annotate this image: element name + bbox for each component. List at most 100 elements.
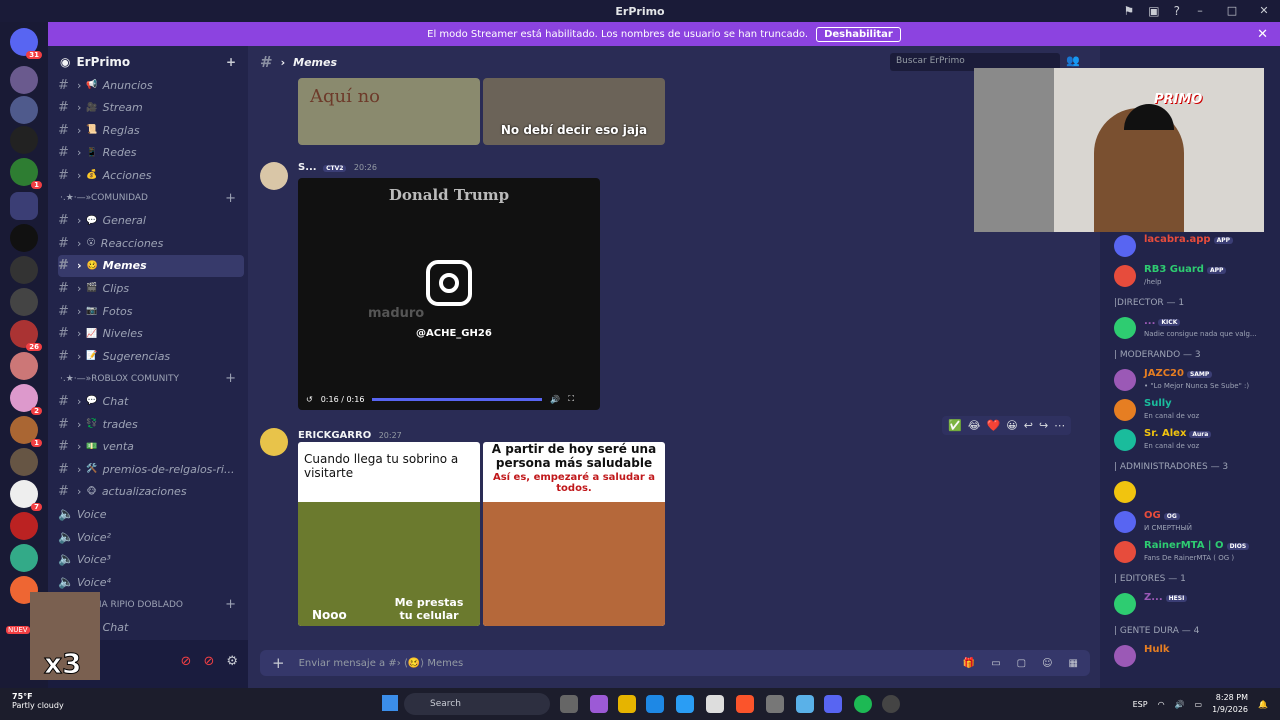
task-view-icon[interactable] <box>560 695 578 713</box>
language-indicator[interactable]: ESP <box>1133 700 1148 709</box>
edge-icon[interactable] <box>646 695 664 713</box>
channel-item[interactable]: # › 😮 Reacciones <box>58 232 244 254</box>
server-icon[interactable]: 1 <box>10 416 42 447</box>
add-reaction-icon[interactable]: 😀 <box>1006 419 1017 432</box>
taskbar-search[interactable]: Search <box>404 693 550 715</box>
minimize-button[interactable]: – <box>1184 0 1216 22</box>
member-item[interactable]: RainerMTA | O DIOS Fans De RainerMTA ( OG … <box>1114 538 1274 568</box>
notepad-icon[interactable] <box>706 695 724 713</box>
channel-item[interactable]: # › 💱 trades <box>58 413 244 435</box>
forward-icon[interactable]: ↪ <box>1039 419 1048 432</box>
channel-item[interactable]: # › 🎥 Stream <box>58 97 244 119</box>
invite-icon[interactable]: + <box>226 55 236 69</box>
channel-item[interactable]: # › 📷 Fotos <box>58 300 244 322</box>
category-header[interactable]: ·.★·—»COMUNIDAD + <box>60 190 240 206</box>
app-icon[interactable] <box>796 695 814 713</box>
wifi-icon[interactable]: ◠ <box>1158 700 1165 709</box>
laugh-reaction[interactable]: 😂 <box>968 419 981 432</box>
app-icon[interactable] <box>766 695 784 713</box>
gif-icon[interactable]: ▭ <box>991 658 1000 669</box>
heart-reaction[interactable]: ❤️ <box>987 419 1001 432</box>
server-icon[interactable] <box>10 512 38 540</box>
channel-item[interactable]: # › 💵 venta <box>58 436 244 458</box>
member-item[interactable] <box>1114 478 1274 508</box>
message-composer[interactable]: + Enviar mensaje a #› ⟨🥴⟩ Memes 🎁 ▭ ▢ ☺ … <box>260 650 1090 676</box>
deafen-icon[interactable]: ⊘ <box>203 654 214 669</box>
avatar[interactable] <box>260 162 288 190</box>
server-icon[interactable] <box>10 256 38 284</box>
channel-item[interactable]: # › 📜 Reglas <box>58 119 244 141</box>
server-icon[interactable] <box>10 352 38 380</box>
replay-icon[interactable]: ↺ <box>306 395 313 404</box>
server-icon[interactable]: 26 <box>10 320 42 351</box>
meme-image[interactable]: Aquí no <box>298 78 480 145</box>
server-icon[interactable]: 7 <box>10 480 42 511</box>
server-icon[interactable] <box>10 66 38 94</box>
progress-bar[interactable] <box>372 397 543 401</box>
message-input[interactable]: Enviar mensaje a #› ⟨🥴⟩ Memes <box>299 658 464 669</box>
voice-channel[interactable]: 🔈 Voice³ <box>58 549 244 571</box>
server-icon[interactable]: 2 <box>10 384 42 415</box>
voice-channel[interactable]: 🔈 Voice⁴ <box>58 571 244 593</box>
channel-item[interactable]: # › 🥴 Memes <box>58 254 244 277</box>
volume-icon[interactable]: 🔊 <box>1175 700 1185 709</box>
reply-icon[interactable]: ↩ <box>1024 419 1033 432</box>
flag-icon[interactable]: ⚑ <box>1124 4 1135 18</box>
server-icon[interactable]: 1 <box>10 158 42 189</box>
spotify-icon[interactable] <box>854 695 872 713</box>
obs-icon[interactable] <box>882 695 900 713</box>
clock[interactable]: 8:28 PM 1/9/2026 <box>1212 692 1248 716</box>
member-item[interactable]: Sr. Alex Aura En canal de voz <box>1114 426 1274 456</box>
battery-icon[interactable]: ▭ <box>1195 700 1203 709</box>
member-item[interactable]: ... KICK Nadie consigue nada que valg... <box>1114 314 1274 344</box>
channel-item[interactable]: # › 🐵 actualizaciones <box>58 481 244 503</box>
mute-icon[interactable]: ⊘ <box>181 654 192 669</box>
server-icon[interactable] <box>10 96 38 124</box>
member-item[interactable]: Sully En canal de voz <box>1114 396 1274 426</box>
gift-icon[interactable]: 🎁 <box>963 658 975 669</box>
channel-item[interactable]: # › 💬 General <box>58 210 244 232</box>
voice-channel[interactable]: 🔈 Voice <box>58 503 244 525</box>
folder-icon[interactable] <box>10 192 38 220</box>
channel-item[interactable]: # › 🛠️ premios-de-relgalos-ri... <box>58 458 244 480</box>
apps-icon[interactable]: ▦ <box>1069 658 1078 669</box>
video-embed[interactable]: Donald Trump maduro @ACHE_GH26 ↺ 0:16 / … <box>298 178 600 410</box>
help-icon[interactable]: ? <box>1174 4 1180 18</box>
members-icon[interactable]: 👥 <box>1066 54 1080 67</box>
channel-item[interactable]: # › 📢 Anuncios <box>58 74 244 96</box>
channel-item[interactable]: # › 💰 Acciones <box>58 164 244 186</box>
member-item[interactable]: OG OG И СМЕРТНЫЙ <box>1114 508 1274 538</box>
server-icon[interactable] <box>10 544 38 572</box>
member-item[interactable]: JAZC20 SAMP • "Lo Mejor Nunca Se Sube" :) <box>1114 366 1274 396</box>
settings-icon[interactable]: ⚙ <box>226 654 238 669</box>
meme-image[interactable]: Cuando llega tu sobrino a visitarte Nooo… <box>298 442 480 626</box>
avatar[interactable] <box>260 428 288 456</box>
member-item[interactable]: lacabra.app APP <box>1114 232 1274 262</box>
meme-image[interactable]: A partir de hoy seré una persona más sal… <box>483 442 665 626</box>
voice-channel[interactable]: 🔈 Voice² <box>58 526 244 548</box>
channel-item[interactable]: # › 📱 Redes <box>58 142 244 164</box>
server-icon[interactable] <box>10 448 38 476</box>
member-item[interactable]: Z... HESI <box>1114 590 1274 620</box>
channel-item[interactable]: # › 📈 Niveles <box>58 323 244 345</box>
weather-widget[interactable]: 75°F Partly cloudy <box>12 692 64 710</box>
inbox-icon[interactable]: ▣ <box>1148 4 1159 18</box>
brave-icon[interactable] <box>736 695 754 713</box>
windows-start-icon[interactable] <box>382 695 398 711</box>
add-channel-icon[interactable]: + <box>225 371 236 386</box>
copilot-icon[interactable] <box>590 695 608 713</box>
discord-icon[interactable] <box>824 695 842 713</box>
emoji-icon[interactable]: ☺ <box>1042 658 1052 669</box>
server-icon[interactable] <box>10 288 38 316</box>
channel-item[interactable]: # › 📝 Sugerencias <box>58 345 244 367</box>
disable-button[interactable]: Deshabilitar <box>816 26 901 42</box>
meme-image[interactable]: No debí decir eso jaja <box>483 78 665 145</box>
home-button[interactable]: 31 <box>10 28 42 59</box>
add-channel-icon[interactable]: + <box>225 597 236 612</box>
volume-icon[interactable]: 🔊 <box>550 395 560 404</box>
file-explorer-icon[interactable] <box>618 695 636 713</box>
server-icon[interactable] <box>10 126 38 154</box>
more-icon[interactable]: ⋯ <box>1054 419 1065 432</box>
channel-item[interactable]: # › 💬 Chat <box>58 390 244 412</box>
maximize-button[interactable]: □ <box>1216 0 1248 22</box>
